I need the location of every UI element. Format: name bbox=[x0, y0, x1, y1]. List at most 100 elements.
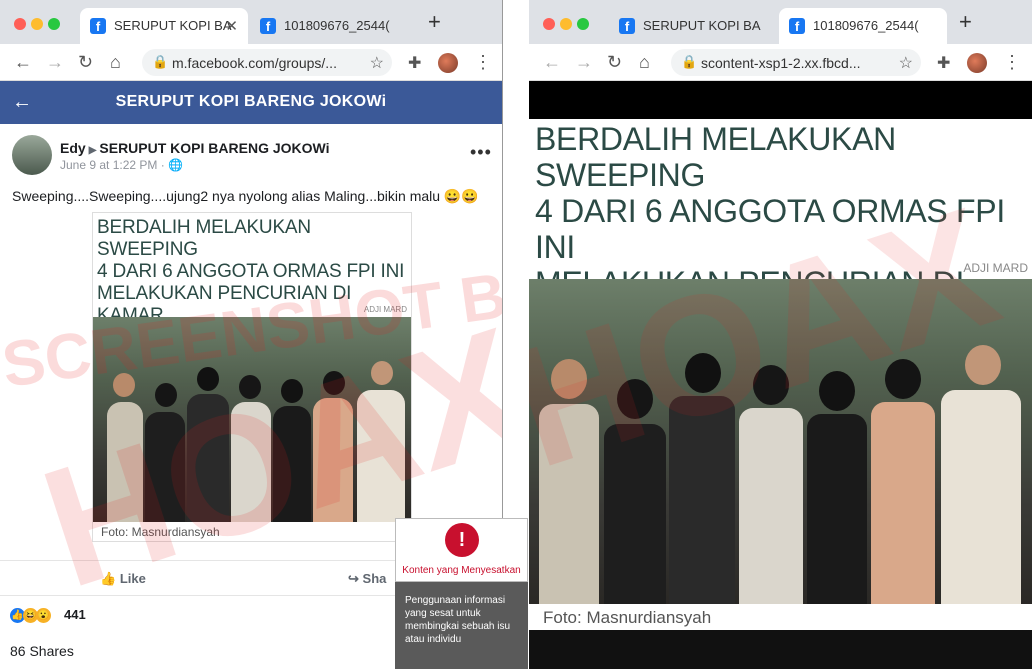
close-window-button[interactable] bbox=[14, 18, 26, 30]
warning-icon: ! bbox=[445, 523, 479, 557]
home-icon[interactable]: ⌂ bbox=[110, 52, 121, 72]
person-figure bbox=[145, 412, 185, 522]
browser-menu-icon[interactable]: ⋮ bbox=[474, 52, 492, 73]
window-controls bbox=[543, 17, 594, 35]
person-head bbox=[197, 367, 219, 391]
triangle-right-icon: ▶ bbox=[88, 145, 97, 156]
more-options-icon[interactable]: ••• bbox=[470, 142, 492, 163]
person-figure bbox=[739, 408, 803, 604]
image-credit: Foto: Masnurdiansyah bbox=[543, 608, 712, 627]
facebook-icon: f bbox=[90, 18, 106, 34]
minimize-window-button[interactable] bbox=[31, 18, 43, 30]
profile-avatar[interactable] bbox=[967, 53, 987, 73]
address-bar[interactable]: 🔒 m.facebook.com/groups/... ☆ bbox=[142, 49, 392, 76]
person-head bbox=[281, 379, 303, 403]
reaction-icons[interactable]: 👍😆😮 bbox=[10, 606, 51, 623]
label-title: Konten yang Menyesatkan bbox=[402, 565, 521, 576]
group-name[interactable]: SERUPUT KOPI BARENG JOKOWi bbox=[99, 140, 329, 156]
tab-bar: f SERUPUT KOPI BA f 101809676_2544( + bbox=[529, 0, 1032, 44]
person-figure bbox=[604, 424, 666, 604]
tab-image[interactable]: f 101809676_2544( bbox=[250, 8, 410, 44]
share-arrow-icon: ↪ bbox=[348, 571, 359, 586]
person-head bbox=[885, 359, 921, 399]
extensions-icon[interactable]: ✚ bbox=[408, 53, 421, 73]
tab-label: 101809676_2544( bbox=[813, 18, 919, 33]
person-figure bbox=[871, 402, 935, 604]
person-figure bbox=[313, 398, 353, 522]
tab-image[interactable]: f 101809676_2544( bbox=[779, 8, 947, 44]
person-figure bbox=[231, 402, 271, 522]
image-photo bbox=[93, 317, 411, 522]
profile-avatar[interactable] bbox=[438, 53, 458, 73]
back-arrow-icon[interactable]: ← bbox=[543, 52, 561, 72]
tab-facebook-group[interactable]: f SERUPUT KOPI BA ✕ bbox=[80, 8, 248, 44]
person-figure bbox=[539, 404, 599, 604]
post-text: Sweeping....Sweeping....ujung2 nya nyolo… bbox=[12, 188, 479, 204]
like-button[interactable]: 👍 Like bbox=[100, 571, 146, 587]
zoom-window-button[interactable] bbox=[577, 18, 589, 30]
reaction-count[interactable]: 441 bbox=[64, 607, 86, 622]
person-figure bbox=[941, 390, 1021, 604]
person-head bbox=[371, 361, 393, 385]
image-viewer-background bbox=[529, 630, 1032, 669]
right-browser-window: f SERUPUT KOPI BA f 101809676_2544( + ← … bbox=[529, 0, 1032, 669]
author-name[interactable]: Edy bbox=[60, 140, 86, 156]
person-figure bbox=[357, 390, 405, 522]
navigation-bar: ← → ↻ ⌂ 🔒 m.facebook.com/groups/... ☆ ✚ … bbox=[0, 44, 502, 81]
shares-count[interactable]: 86 Shares bbox=[10, 643, 74, 659]
tab-label: 101809676_2544( bbox=[284, 18, 390, 33]
facebook-icon: f bbox=[260, 18, 276, 34]
person-head bbox=[113, 373, 135, 397]
home-icon[interactable]: ⌂ bbox=[639, 52, 650, 72]
person-figure bbox=[807, 414, 867, 604]
tab-facebook-group[interactable]: f SERUPUT KOPI BA bbox=[609, 8, 777, 44]
thumbs-up-icon: 👍 bbox=[100, 571, 117, 586]
browser-menu-icon[interactable]: ⋮ bbox=[1003, 52, 1021, 73]
person-figure bbox=[107, 402, 143, 522]
bookmark-star-icon[interactable]: ☆ bbox=[899, 53, 913, 73]
forward-arrow-icon[interactable]: → bbox=[46, 52, 64, 72]
label-header: ! Konten yang Menyesatkan bbox=[395, 518, 528, 582]
person-figure bbox=[187, 394, 229, 522]
facebook-icon: f bbox=[619, 18, 635, 34]
person-figure bbox=[669, 396, 735, 604]
address-text: m.facebook.com/groups/... bbox=[172, 55, 337, 71]
person-head bbox=[239, 375, 261, 399]
post-image[interactable]: BERDALIH MELAKUKAN SWEEPING 4 DARI 6 ANG… bbox=[92, 212, 412, 542]
lock-icon: 🔒 bbox=[152, 54, 169, 69]
window-controls bbox=[14, 17, 65, 35]
person-head bbox=[753, 365, 789, 405]
person-figure bbox=[273, 406, 311, 522]
close-icon[interactable]: ✕ bbox=[225, 17, 238, 35]
address-bar[interactable]: 🔒 scontent-xsp1-2.xx.fbcd... ☆ bbox=[671, 49, 921, 76]
bookmark-star-icon[interactable]: ☆ bbox=[370, 53, 384, 73]
new-tab-button[interactable]: + bbox=[428, 11, 441, 33]
image-watermark: ADJI MARD bbox=[363, 305, 407, 314]
image-viewer-background bbox=[529, 81, 1032, 119]
close-window-button[interactable] bbox=[543, 18, 555, 30]
globe-icon: 🌐 bbox=[168, 158, 184, 172]
forward-arrow-icon[interactable]: → bbox=[575, 52, 593, 72]
author-avatar[interactable] bbox=[12, 135, 52, 175]
extensions-icon[interactable]: ✚ bbox=[937, 53, 950, 73]
tab-label: SERUPUT KOPI BA bbox=[643, 18, 761, 33]
back-arrow-icon[interactable]: ← bbox=[14, 52, 32, 72]
lock-icon: 🔒 bbox=[681, 54, 698, 69]
image-credit: Foto: Masnurdiansyah bbox=[101, 525, 220, 539]
new-tab-button[interactable]: + bbox=[959, 11, 972, 33]
image-photo bbox=[529, 279, 1032, 604]
tab-bar: f SERUPUT KOPI BA ✕ f 101809676_2544( + bbox=[0, 0, 502, 44]
zoom-window-button[interactable] bbox=[48, 18, 60, 30]
reload-icon[interactable]: ↻ bbox=[78, 52, 93, 72]
reload-icon[interactable]: ↻ bbox=[607, 52, 622, 72]
full-size-image[interactable]: BERDALIH MELAKUKAN SWEEPING 4 DARI 6 ANG… bbox=[529, 119, 1032, 630]
navigation-bar: ← → ↻ ⌂ 🔒 scontent-xsp1-2.xx.fbcd... ☆ ✚… bbox=[529, 44, 1032, 81]
address-text: scontent-xsp1-2.xx.fbcd... bbox=[701, 55, 861, 71]
facebook-icon: f bbox=[789, 18, 805, 34]
minimize-window-button[interactable] bbox=[560, 18, 572, 30]
share-button[interactable]: ↪ Sha bbox=[348, 571, 386, 587]
person-head bbox=[323, 371, 345, 395]
person-head bbox=[617, 379, 653, 419]
person-head bbox=[965, 345, 1001, 385]
image-watermark: ADJI MARD bbox=[963, 261, 1028, 275]
